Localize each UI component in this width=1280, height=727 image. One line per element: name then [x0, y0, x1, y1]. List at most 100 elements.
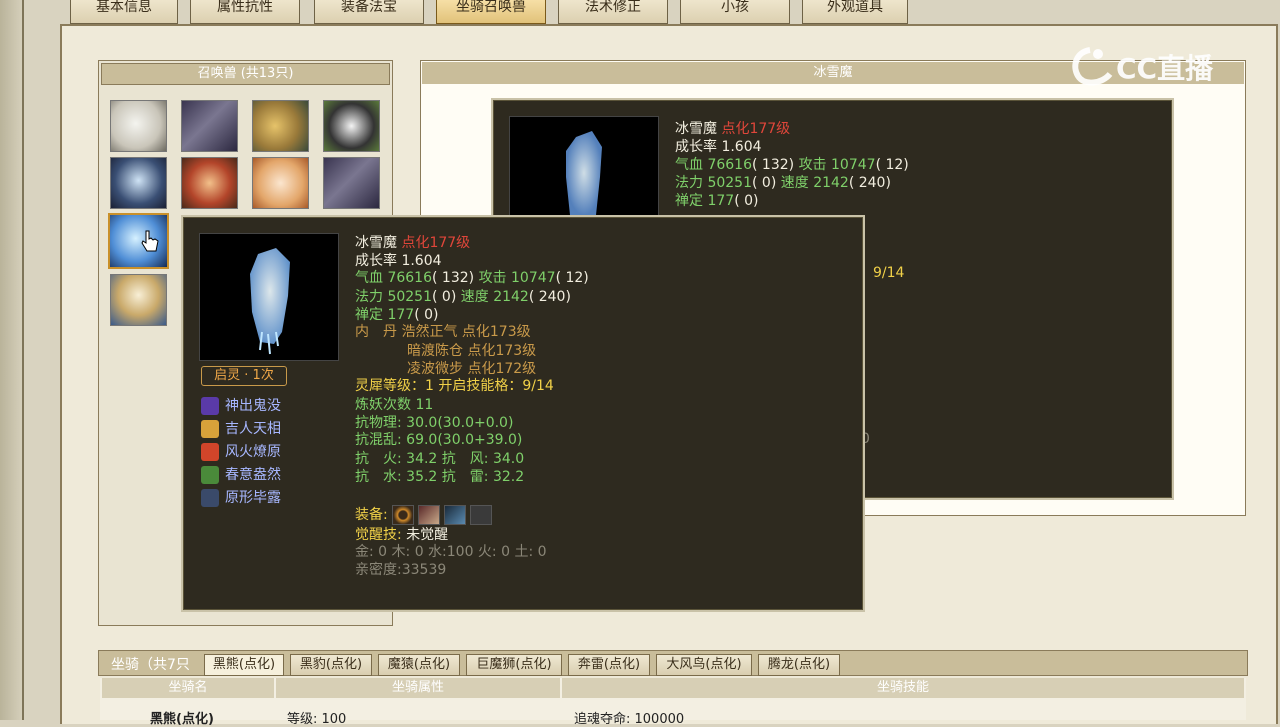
tab-child[interactable]: 小孩 [680, 0, 790, 24]
atk-label: 攻击 [478, 270, 507, 286]
hp-extra: ( 132) [752, 157, 795, 173]
tooltip-hp-atk: 气血 76616( 132) 攻击 10747( 12) [355, 269, 589, 287]
qiling-badge: 启灵 · 1次 [201, 366, 287, 386]
equip-empty-slot-icon[interactable] [470, 505, 493, 525]
summon-thumb-panda[interactable] [323, 100, 380, 152]
atk-extra: ( 12) [875, 157, 909, 173]
tab-appearance[interactable]: 外观道具 [802, 0, 908, 24]
equip-ring-icon[interactable] [392, 505, 415, 525]
mount-title: 坐骑（共7只 [111, 657, 190, 673]
skill-item[interactable]: 原形毕露 [201, 487, 281, 507]
mount-tab-black-bear[interactable]: 黑熊(点化) [204, 654, 284, 676]
mount-tab-dragon[interactable]: 腾龙(点化) [758, 654, 840, 676]
tooltip-portrait [199, 233, 339, 361]
neidan-value: 浩然正气 点化173级 [401, 324, 531, 340]
tooltip-neidan-3: 凌波微步 点化172级 [407, 361, 537, 377]
tooltip-elements: 金: 0 木: 0 水:100 火: 0 土: 0 [355, 544, 547, 560]
mount-tab-black-panther[interactable]: 黑豹(点化) [290, 654, 372, 676]
summon-thumb-opera-girl[interactable] [181, 157, 238, 209]
tab-label: 基本信息 [96, 0, 152, 15]
skill-label: 神出鬼没 [225, 398, 281, 414]
mount-tab-label: 腾龙(点化) [767, 657, 831, 672]
ice-demon-image [566, 131, 602, 215]
mp-value: 50251 [707, 175, 752, 191]
spd-value: 2142 [813, 175, 849, 191]
skill-reveal-icon [201, 489, 219, 507]
summon-thumb-ice-maiden[interactable] [110, 157, 167, 209]
spd-value: 2142 [493, 289, 529, 305]
qiling-text: 启灵 · 1次 [214, 368, 274, 383]
mp-label: 法力 [355, 289, 383, 305]
mount-tab-demon-ape[interactable]: 魔猿(点化) [378, 654, 460, 676]
spd-extra: ( 240) [848, 175, 891, 191]
detail-hp-atk: 气血 76616( 132) 攻击 10747( 12) [675, 156, 909, 174]
chan-label: 禅定 [355, 307, 383, 323]
tab-label: 法术修正 [585, 0, 641, 15]
tab-label: 装备法宝 [341, 0, 397, 15]
summon-thumb-polar-bear[interactable] [110, 100, 167, 152]
tab-basic-info[interactable]: 基本信息 [70, 0, 178, 24]
tooltip-equip-line: 装备: [355, 505, 496, 525]
detail-level: 点化177级 [721, 121, 791, 137]
tooltip-resist-water-thunder: 抗 水: 35.2 抗 雷: 32.2 [355, 469, 525, 485]
mp-extra: ( 0) [432, 289, 457, 305]
chan-label: 禅定 [675, 193, 703, 209]
skill-label: 原形毕露 [225, 490, 281, 506]
spd-extra: ( 240) [528, 289, 571, 305]
cc-live-watermark: CC直播 [1070, 44, 1240, 88]
tab-equipment[interactable]: 装备法宝 [314, 0, 424, 24]
summon-thumb-gray-wolf[interactable] [181, 100, 238, 152]
skill-spring-icon [201, 466, 219, 484]
tab-spell-correction[interactable]: 法术修正 [558, 0, 668, 24]
chan-extra: ( 0) [414, 307, 439, 323]
summon-thumb-ice-demon[interactable] [108, 213, 169, 269]
ice-demon-image [250, 248, 290, 355]
skill-item[interactable]: 吉人天相 [201, 418, 281, 438]
mount-row-name: 黑熊(点化) [150, 712, 214, 727]
summon-thumb-fire-lion[interactable] [252, 157, 309, 209]
tab-mount-summon[interactable]: 坐骑召唤兽 [436, 0, 546, 24]
awaken-label: 觉醒技: [355, 527, 402, 543]
equip-armor-icon[interactable] [444, 505, 467, 525]
skill-fire-icon [201, 443, 219, 461]
summon-thumb-gray-wolf-2[interactable] [323, 157, 380, 209]
detail-name-line: 冰雪魔 点化177级 [675, 120, 790, 138]
skill-label: 春意盎然 [225, 467, 281, 483]
summon-thumb-white-haired-hero[interactable] [110, 274, 167, 326]
tooltip-name: 冰雪魔 [355, 235, 397, 251]
mount-tab-thunder[interactable]: 奔雷(点化) [568, 654, 650, 676]
skill-item[interactable]: 神出鬼没 [201, 395, 281, 415]
detail-partial-fraction: 9/14 [873, 265, 905, 281]
skill-ghost-icon [201, 397, 219, 415]
mount-tab-label: 黑豹(点化) [299, 657, 363, 672]
watermark-text: CC直播 [1116, 52, 1214, 85]
atk-label: 攻击 [798, 157, 827, 173]
mount-col-attr: 坐骑属性 [276, 678, 560, 698]
mount-tab-label: 巨魔狮(点化) [476, 657, 552, 672]
skill-item[interactable]: 风火燎原 [201, 441, 281, 461]
tab-attributes[interactable]: 属性抗性 [190, 0, 300, 24]
tooltip-chan: 禅定 177( 0) [355, 306, 438, 324]
detail-name: 冰雪魔 [675, 121, 717, 137]
tab-label: 外观道具 [827, 0, 883, 15]
summon-list-header: 召唤兽 (共13只) [101, 63, 390, 85]
mount-tab-wind-bird[interactable]: 大风鸟(点化) [656, 654, 752, 676]
mount-tab-label: 大风鸟(点化) [666, 657, 742, 672]
tooltip-resist-fire-wind: 抗 火: 34.2 抗 风: 34.0 [355, 451, 525, 467]
skill-item[interactable]: 春意盎然 [201, 464, 281, 484]
left-border-line [22, 0, 24, 720]
summon-thumb-golden-dragon[interactable] [252, 100, 309, 152]
mount-tab-giant-lion[interactable]: 巨魔狮(点化) [466, 654, 562, 676]
mount-tab-label: 黑熊(点化) [212, 657, 276, 672]
detail-growth: 成长率 1.604 [675, 139, 762, 155]
mount-tab-label: 奔雷(点化) [577, 657, 641, 672]
hp-value: 76616 [387, 270, 432, 286]
skill-label: 吉人天相 [225, 421, 281, 437]
chan-extra: ( 0) [734, 193, 759, 209]
tooltip-lingxi: 灵犀等级：1 开启技能格：9/14 [355, 378, 554, 394]
tooltip-mp-spd: 法力 50251( 0) 速度 2142( 240) [355, 288, 571, 306]
equip-bracelet-icon[interactable] [418, 505, 441, 525]
tab-label: 坐骑召唤兽 [456, 0, 526, 15]
tooltip-awaken-line: 觉醒技: 未觉醒 [355, 526, 448, 544]
atk-extra: ( 12) [555, 270, 589, 286]
